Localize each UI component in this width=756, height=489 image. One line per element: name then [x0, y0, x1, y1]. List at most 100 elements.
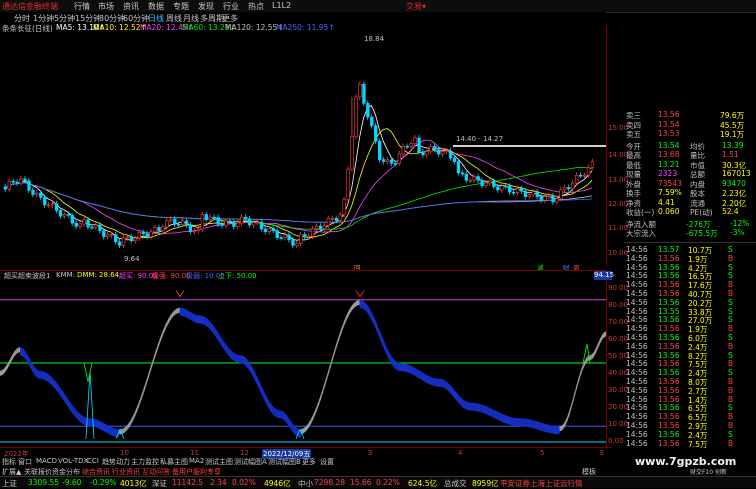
candle: [385, 159, 390, 162]
trade-cell: 13.56: [658, 438, 680, 448]
trade-cell: 14:56: [626, 429, 648, 439]
time-tick: 10: [120, 449, 129, 457]
oscillator-band: [26, 352, 29, 364]
oscillator-band: [379, 330, 382, 344]
oscillator-band: [214, 326, 217, 338]
oscillator-band: [210, 321, 213, 332]
oscillator-band: [581, 362, 584, 373]
oscillator-band: [575, 380, 578, 394]
trade-cell: 14:56: [626, 271, 648, 281]
oscillator-band: [242, 355, 245, 365]
candle: [133, 237, 138, 242]
trade-cell: 13.56: [658, 429, 680, 439]
oscillator-band: [410, 365, 413, 375]
trade-cell: 14:56: [626, 280, 648, 290]
candle: [196, 228, 201, 232]
index-pct: 0.02%: [232, 478, 256, 487]
oscillator-band: [385, 345, 388, 358]
high-annotation: 18.84: [364, 35, 385, 43]
tab[interactable]: CCI: [87, 457, 99, 465]
oscillator-band: [40, 370, 43, 380]
menu-item-market[interactable]: 市场: [98, 1, 114, 12]
trade-menu-button[interactable]: 交易▾: [406, 1, 426, 12]
candle: [582, 174, 587, 177]
candle: [314, 225, 319, 230]
menu-item-industry[interactable]: 行业: [223, 1, 239, 12]
trade-cell: 14:56: [626, 324, 648, 334]
menu-item-hot[interactable]: 热点: [248, 1, 264, 12]
menu-item-quotes[interactable]: 行情: [74, 1, 90, 12]
oscillator-band: [171, 310, 174, 319]
candle: [208, 216, 212, 220]
oscillator-band: [74, 408, 77, 419]
oscillator-band: [565, 415, 568, 426]
oscillator-band: [381, 335, 384, 349]
oscillator-band: [224, 341, 227, 353]
ma-legend-item: MA250: 11.95↑: [276, 23, 335, 32]
oscillator-band: [422, 372, 425, 382]
candle: [547, 195, 551, 198]
oscillator-band: [206, 317, 209, 328]
trade-cell: 13.56: [658, 421, 680, 430]
candle: [271, 228, 275, 231]
oscillator-band: [424, 373, 427, 383]
oscillator-band: [262, 388, 265, 401]
oscillator-band: [58, 385, 61, 397]
candle: [590, 161, 595, 168]
trade-row: 14:56 13.56 6.5万 B: [624, 412, 756, 422]
candle: [559, 189, 563, 199]
candle: [488, 180, 492, 184]
oscillator-band: [284, 412, 287, 424]
quote-value: 73543: [658, 178, 682, 188]
oscillator-band: [282, 411, 285, 421]
oscillator-band: [482, 404, 485, 414]
tab[interactable]: MA2: [189, 457, 204, 465]
indicator-chart[interactable]: [0, 280, 606, 446]
menu-item-discover[interactable]: 发现: [198, 1, 214, 12]
oscillator-band: [109, 426, 112, 436]
oscillator-band: [240, 355, 243, 364]
tab[interactable]: VOL-TDX: [58, 457, 88, 465]
candle: [433, 146, 437, 150]
oscillator-band: [545, 423, 548, 433]
candle: [173, 218, 177, 225]
oscillator-band: [137, 400, 140, 411]
time-tick: 5: [540, 449, 545, 457]
time-tick: E: [600, 449, 605, 457]
oscillator-band: [529, 419, 532, 428]
candle: [531, 191, 536, 195]
menu-item-data[interactable]: 数据: [148, 1, 164, 12]
oscillator-band: [169, 313, 172, 322]
candle: [381, 159, 386, 162]
oscillator-band: [177, 307, 180, 314]
menu-item-news[interactable]: 资讯: [123, 1, 139, 12]
candle: [318, 225, 323, 230]
oscillator-band: [189, 311, 192, 321]
candle: [389, 159, 394, 164]
candlestick-chart[interactable]: 18.84 9.64 14.40 - 14.27: [0, 33, 606, 265]
trade-cell: S: [728, 350, 733, 360]
signal-spike: [85, 370, 95, 439]
oscillator-band: [476, 403, 479, 412]
menu-item-topic[interactable]: 专题: [173, 1, 189, 12]
oscillator-band: [351, 303, 354, 312]
candle: [161, 226, 165, 232]
oscillator-band: [500, 413, 503, 423]
oscillator-band: [448, 383, 451, 394]
trade-cell: 14:56: [626, 333, 648, 342]
trade-row: 14:56 13.56 2.4万 S: [624, 368, 756, 378]
trade-cell: 14:56: [626, 403, 648, 413]
quote-value: 13.39: [722, 140, 744, 150]
menu-item-l1l2[interactable]: L1L2: [272, 1, 291, 10]
oscillator-band: [355, 300, 358, 307]
candle: [578, 174, 583, 177]
tab[interactable]: MACD: [36, 457, 57, 465]
oscillator-band: [543, 423, 546, 432]
candle: [421, 151, 425, 156]
candle: [188, 224, 193, 232]
candle: [567, 187, 571, 190]
trade-cell: S: [728, 429, 733, 439]
trade-row: 14:56 13.56 2.4万 B: [624, 342, 756, 352]
oscillator-band: [145, 376, 148, 388]
oscillator-band: [30, 359, 33, 372]
